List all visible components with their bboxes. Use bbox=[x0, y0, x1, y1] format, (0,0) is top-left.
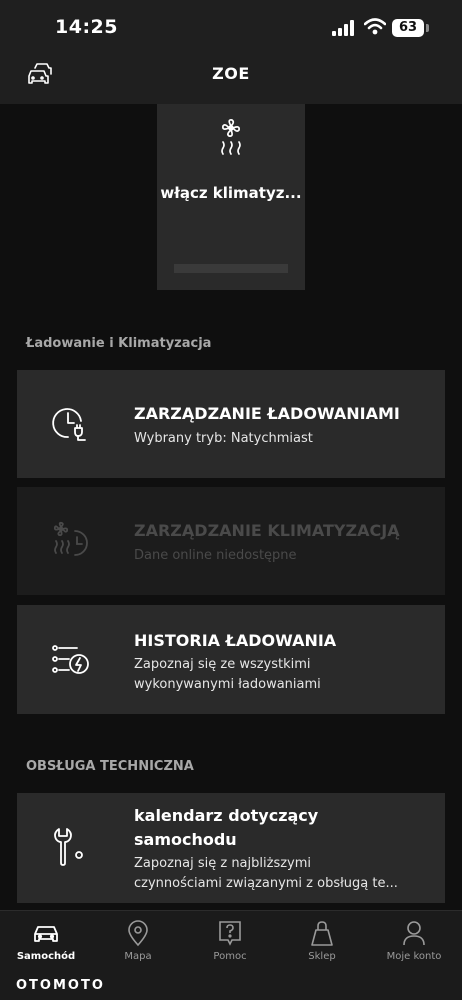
nav-item-pomoc[interactable]: Pomoc bbox=[184, 919, 276, 962]
climate-tile-progress bbox=[174, 264, 288, 273]
card-title: ZARZĄDZANIE KLIMATYZACJĄ bbox=[134, 521, 400, 540]
clock-plug-icon bbox=[51, 404, 91, 448]
nav-item-sklep[interactable]: Sklep bbox=[276, 919, 368, 962]
watermark-logo: OTOMOTO bbox=[16, 978, 105, 993]
nav-label: Pomoc bbox=[213, 951, 247, 962]
nav-item-samochod[interactable]: Samochód bbox=[0, 919, 92, 962]
app-header: ZOE bbox=[0, 52, 462, 104]
card-subtitle-line-2: wykonywanymi ładowaniami bbox=[134, 677, 321, 692]
climate-tile-label: włącz klimatyz... bbox=[160, 184, 302, 202]
shopping-bag-icon bbox=[311, 921, 333, 946]
service-calendar-card[interactable]: kalendarz dotyczący samochodu Zapoznaj s… bbox=[17, 793, 445, 903]
cellular-signal-icon bbox=[332, 20, 356, 40]
card-subtitle: Dane online niedostępne bbox=[134, 548, 297, 563]
card-title: ZARZĄDZANIE ŁADOWANIAMI bbox=[134, 404, 400, 423]
section-title-service: OBSŁUGA TECHNICZNA bbox=[26, 759, 194, 774]
status-bar: 14:25 63 bbox=[0, 0, 462, 52]
nav-item-moje-konto[interactable]: Moje konto bbox=[368, 919, 460, 962]
user-icon bbox=[403, 921, 425, 946]
wrench-icon bbox=[51, 827, 91, 873]
card-subtitle: Wybrany tryb: Natychmiast bbox=[134, 431, 313, 446]
charging-management-card[interactable]: ZARZĄDZANIE ŁADOWANIAMI Wybrany tryb: Na… bbox=[17, 370, 445, 478]
climate-toggle-tile[interactable]: włącz klimatyz... bbox=[157, 104, 305, 290]
card-title: HISTORIA ŁADOWANIA bbox=[134, 631, 337, 650]
card-subtitle-line-1: Zapoznaj się z najbliższymi bbox=[134, 856, 312, 871]
car-icon bbox=[34, 926, 58, 942]
nav-label: Moje konto bbox=[386, 951, 442, 962]
card-title-line-1: kalendarz dotyczący bbox=[134, 806, 319, 825]
card-title-line-2: samochodu bbox=[134, 830, 237, 849]
nav-label: Mapa bbox=[124, 951, 152, 962]
card-subtitle-line-1: Zapoznaj się ze wszystkimi bbox=[134, 657, 311, 672]
fan-clock-icon bbox=[51, 521, 91, 565]
charging-history-card[interactable]: HISTORIA ŁADOWANIA Zapoznaj się ze wszys… bbox=[17, 605, 445, 714]
climate-management-card: ZARZĄDZANIE KLIMATYZACJĄ Dane online nie… bbox=[17, 487, 445, 595]
nav-item-mapa[interactable]: Mapa bbox=[92, 919, 184, 962]
nav-label: Samochód bbox=[16, 951, 76, 962]
section-title-charging: Ładowanie i Klimatyzacja bbox=[26, 336, 212, 351]
battery-level: 63 bbox=[392, 19, 424, 37]
fan-heat-icon bbox=[219, 118, 243, 162]
status-time: 14:25 bbox=[55, 16, 118, 38]
battery-icon bbox=[426, 24, 429, 32]
charging-history-icon bbox=[51, 643, 91, 681]
wifi-icon bbox=[363, 18, 387, 40]
help-icon bbox=[219, 921, 241, 946]
page-title: ZOE bbox=[212, 64, 250, 83]
map-pin-icon bbox=[128, 920, 148, 947]
card-subtitle-line-2: czynnościami związanymi z obsługą te... bbox=[134, 876, 398, 891]
nav-label: Sklep bbox=[308, 951, 336, 962]
